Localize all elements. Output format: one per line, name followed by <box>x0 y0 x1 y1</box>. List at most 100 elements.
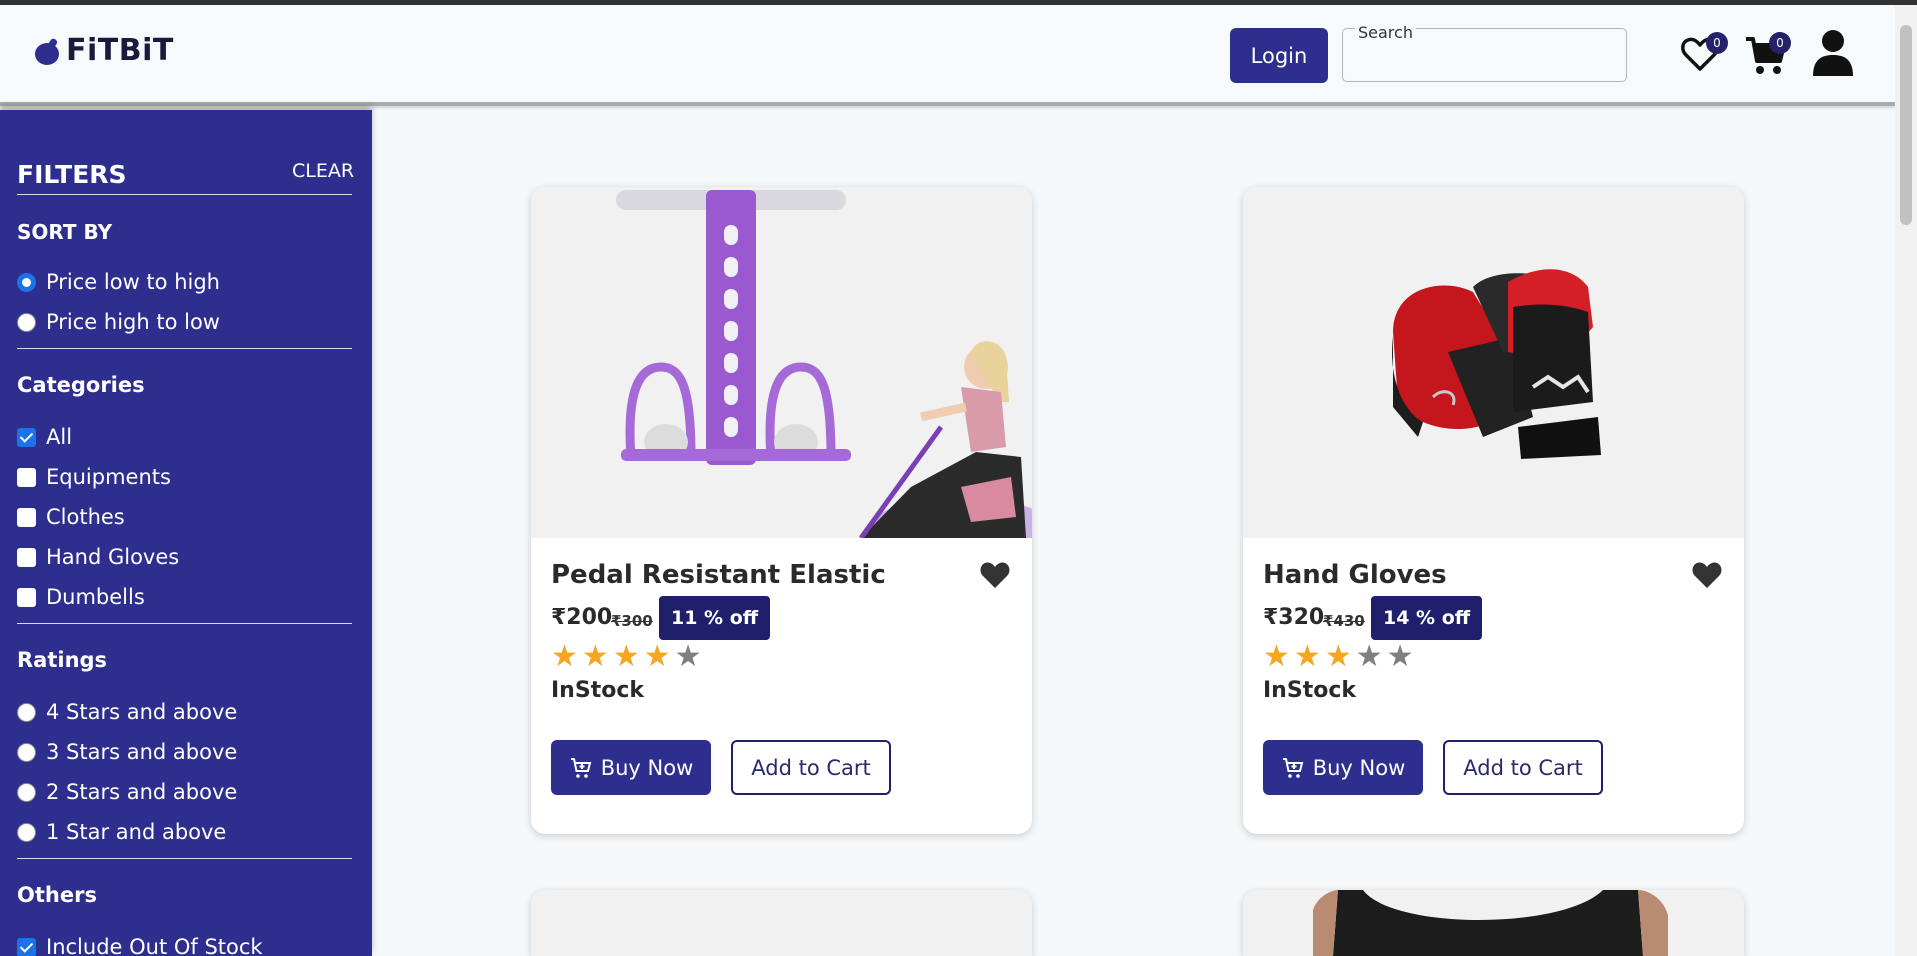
cart-plus-icon <box>570 757 591 778</box>
scrollbar-thumb[interactable] <box>1900 25 1912 225</box>
add-to-cart-button[interactable]: Add to Cart <box>1443 740 1603 795</box>
buy-now-button[interactable]: Buy Now <box>1263 740 1423 795</box>
divider <box>17 623 352 624</box>
product-title[interactable]: Hand Gloves <box>1263 560 1447 590</box>
buy-now-button[interactable]: Buy Now <box>551 740 711 795</box>
add-to-cart-button[interactable]: Add to Cart <box>731 740 891 795</box>
logo-text: FiTBiT <box>66 33 174 68</box>
checkbox-unchecked[interactable] <box>17 507 36 527</box>
checkbox-unchecked[interactable] <box>17 547 36 567</box>
sort-high-to-low-radio[interactable]: Price high to low <box>17 310 220 334</box>
star-empty-icon: ★ <box>1386 639 1414 674</box>
category-equipments-checkbox[interactable]: Equipments <box>17 465 171 489</box>
product-price: ₹320 <box>1263 605 1325 630</box>
category-all-checkbox[interactable]: All <box>17 425 72 449</box>
user-icon <box>1813 30 1853 76</box>
account-button[interactable] <box>1812 29 1854 81</box>
scrollbar[interactable] <box>1895 5 1917 956</box>
discount-badge: 11 % off <box>659 596 771 640</box>
logo[interactable]: FiTBiT <box>34 33 174 68</box>
sort-by-heading: SORT BY <box>17 220 113 244</box>
star-filled-icon: ★ <box>643 639 671 674</box>
star-empty-icon: ★ <box>1355 639 1383 674</box>
cart-button[interactable]: 0 <box>1744 32 1791 81</box>
wishlist-button[interactable]: 0 <box>1680 32 1728 77</box>
checkbox-checked[interactable] <box>17 937 36 956</box>
divider <box>17 194 352 195</box>
pedal-resistance-band-image <box>531 187 1032 538</box>
star-filled-icon: ★ <box>581 639 609 674</box>
rating-4-radio[interactable]: 4 Stars and above <box>17 700 237 724</box>
sports-vest-image <box>1313 890 1668 956</box>
wishlist-heart-icon[interactable] <box>979 560 1011 594</box>
product-card[interactable] <box>531 890 1032 956</box>
rating-1-radio[interactable]: 1 Star and above <box>17 820 226 844</box>
option-label: 2 Stars and above <box>46 780 238 804</box>
product-original-price: ₹300 <box>611 612 653 630</box>
star-filled-icon: ★ <box>1293 639 1321 674</box>
radio-selected[interactable] <box>17 272 36 292</box>
star-filled-icon: ★ <box>1324 639 1352 674</box>
option-label: Dumbells <box>46 585 145 609</box>
checkbox-unchecked[interactable] <box>17 587 36 607</box>
clear-filters-button[interactable]: CLEAR <box>292 160 354 182</box>
category-hand-gloves-checkbox[interactable]: Hand Gloves <box>17 545 179 569</box>
option-label: Clothes <box>46 505 125 529</box>
product-card[interactable] <box>1243 890 1744 956</box>
category-dumbells-checkbox[interactable]: Dumbells <box>17 585 145 609</box>
buy-now-label: Buy Now <box>1312 755 1406 780</box>
stock-status: InStock <box>1263 678 1356 703</box>
radio-unselected[interactable] <box>17 312 36 332</box>
radio-unselected[interactable] <box>17 702 36 722</box>
filters-sidebar: FILTERS CLEAR SORT BY Price low to high … <box>0 110 372 956</box>
product-image[interactable] <box>1243 187 1744 538</box>
search-field[interactable]: Search <box>1342 23 1627 82</box>
wishlist-heart-icon[interactable] <box>1691 560 1723 594</box>
product-image[interactable] <box>531 187 1032 538</box>
rating-stars: ★ ★ ★ ★ ★ <box>551 640 702 674</box>
search-label: Search <box>1355 23 1416 42</box>
product-image[interactable] <box>531 890 1032 956</box>
top-navbar: FiTBiT Login Search 0 0 <box>0 5 1895 106</box>
login-button[interactable]: Login <box>1230 28 1328 83</box>
stock-status: InStock <box>551 678 644 703</box>
star-filled-icon: ★ <box>612 639 640 674</box>
option-label: All <box>46 425 73 449</box>
radio-unselected[interactable] <box>17 742 36 762</box>
option-label: 3 Stars and above <box>46 740 238 764</box>
star-filled-icon: ★ <box>1263 639 1290 674</box>
ratings-heading: Ratings <box>17 648 108 672</box>
divider <box>17 348 352 349</box>
dumbbell-logo-icon <box>35 38 59 65</box>
option-label: Equipments <box>46 465 171 489</box>
radio-unselected[interactable] <box>17 782 36 802</box>
option-label: 4 Stars and above <box>46 700 238 724</box>
category-clothes-checkbox[interactable]: Clothes <box>17 505 125 529</box>
product-card[interactable]: Pedal Resistant Elastic ₹200 ₹300 11 % o… <box>531 187 1032 834</box>
include-out-of-stock-checkbox[interactable]: Include Out Of Stock <box>17 935 263 956</box>
cart-count-badge: 0 <box>1769 32 1791 54</box>
product-card[interactable]: Hand Gloves ₹320 ₹430 14 % off ★ ★ ★ ★ ★… <box>1243 187 1744 834</box>
checkbox-unchecked[interactable] <box>17 467 36 487</box>
rating-stars: ★ ★ ★ ★ ★ <box>1263 640 1414 674</box>
discount-badge: 14 % off <box>1371 596 1483 640</box>
product-image[interactable] <box>1243 890 1744 956</box>
sort-low-to-high-radio[interactable]: Price low to high <box>17 270 220 294</box>
star-filled-icon: ★ <box>551 639 578 674</box>
boxing-gloves-image <box>1243 187 1744 538</box>
option-label: Price high to low <box>46 310 220 334</box>
option-label: Price low to high <box>46 270 220 294</box>
star-empty-icon: ★ <box>674 639 702 674</box>
option-label: Include Out Of Stock <box>46 935 263 956</box>
checkbox-checked[interactable] <box>17 427 36 447</box>
search-input[interactable] <box>1351 49 1616 77</box>
others-heading: Others <box>17 883 97 907</box>
radio-unselected[interactable] <box>17 822 36 842</box>
categories-heading: Categories <box>17 373 145 397</box>
rating-3-radio[interactable]: 3 Stars and above <box>17 740 237 764</box>
buy-now-label: Buy Now <box>600 755 694 780</box>
wishlist-count-badge: 0 <box>1706 32 1728 54</box>
product-title[interactable]: Pedal Resistant Elastic <box>551 560 886 590</box>
rating-2-radio[interactable]: 2 Stars and above <box>17 780 237 804</box>
filters-title: FILTERS <box>17 160 127 189</box>
